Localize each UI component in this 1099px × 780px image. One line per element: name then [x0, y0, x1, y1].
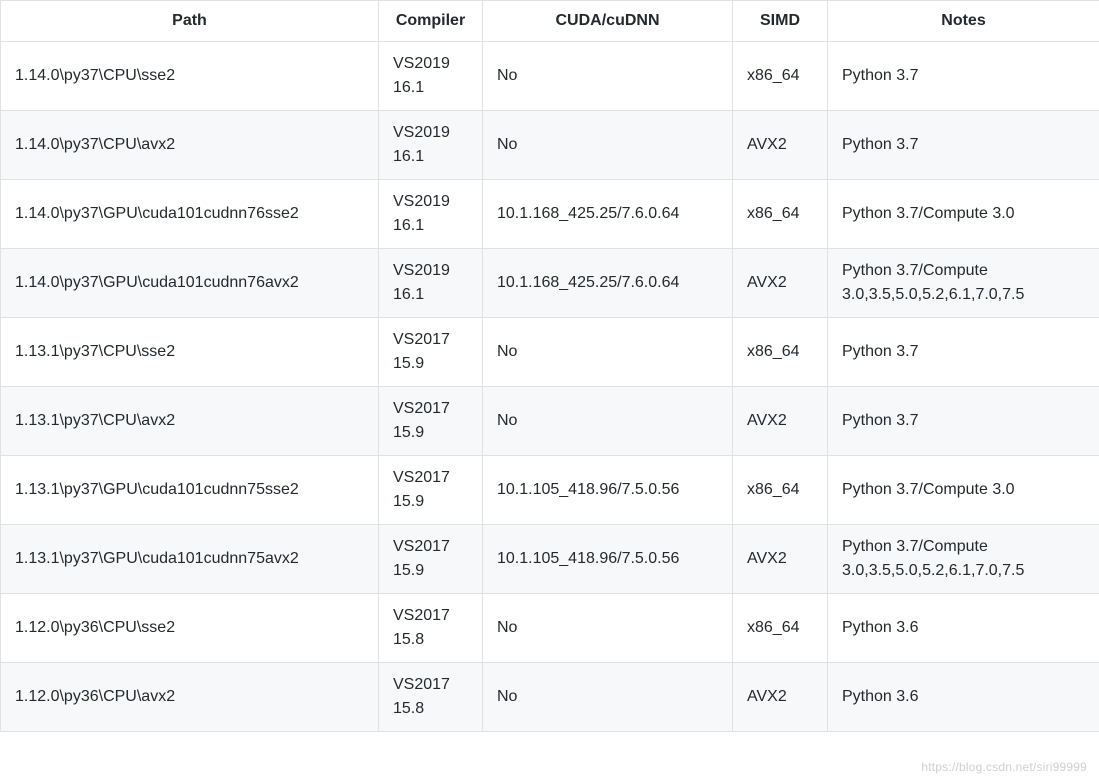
- cell-notes: Python 3.7: [828, 111, 1099, 180]
- table-row: 1.14.0\py37\CPU\sse2 VS2019 16.1 No x86_…: [1, 42, 1099, 111]
- cell-path: 1.14.0\py37\GPU\cuda101cudnn76sse2: [1, 180, 379, 249]
- cell-cuda: No: [483, 318, 733, 387]
- cell-notes: Python 3.7/Compute 3.0,3.5,5.0,5.2,6.1,7…: [828, 249, 1099, 318]
- table-row: 1.13.1\py37\GPU\cuda101cudnn75sse2 VS201…: [1, 456, 1099, 525]
- table-row: 1.13.1\py37\CPU\avx2 VS2017 15.9 No AVX2…: [1, 387, 1099, 456]
- cell-notes: Python 3.6: [828, 663, 1099, 732]
- cell-path: 1.14.0\py37\CPU\avx2: [1, 111, 379, 180]
- cell-cuda: No: [483, 594, 733, 663]
- cell-compiler: VS2017 15.9: [379, 456, 483, 525]
- table-row: 1.14.0\py37\GPU\cuda101cudnn76sse2 VS201…: [1, 180, 1099, 249]
- cell-simd: AVX2: [733, 111, 828, 180]
- cell-simd: x86_64: [733, 42, 828, 111]
- cell-path: 1.13.1\py37\CPU\sse2: [1, 318, 379, 387]
- cell-cuda: No: [483, 111, 733, 180]
- cell-cuda: No: [483, 42, 733, 111]
- cell-cuda: No: [483, 387, 733, 456]
- cell-compiler: VS2019 16.1: [379, 42, 483, 111]
- cell-path: 1.13.1\py37\CPU\avx2: [1, 387, 379, 456]
- cell-cuda: 10.1.168_425.25/7.6.0.64: [483, 180, 733, 249]
- table-row: 1.13.1\py37\GPU\cuda101cudnn75avx2 VS201…: [1, 525, 1099, 594]
- table-row: 1.14.0\py37\GPU\cuda101cudnn76avx2 VS201…: [1, 249, 1099, 318]
- cell-compiler: VS2019 16.1: [379, 180, 483, 249]
- cell-simd: AVX2: [733, 663, 828, 732]
- cell-cuda: 10.1.105_418.96/7.5.0.56: [483, 456, 733, 525]
- cell-compiler: VS2017 15.9: [379, 387, 483, 456]
- cell-simd: AVX2: [733, 249, 828, 318]
- cell-compiler: VS2019 16.1: [379, 249, 483, 318]
- cell-simd: AVX2: [733, 525, 828, 594]
- table-body: 1.14.0\py37\CPU\sse2 VS2019 16.1 No x86_…: [1, 42, 1099, 732]
- cell-notes: Python 3.7: [828, 42, 1099, 111]
- builds-table: Path Compiler CUDA/cuDNN SIMD Notes 1.14…: [0, 0, 1099, 732]
- col-header-simd: SIMD: [733, 1, 828, 42]
- cell-compiler: VS2017 15.8: [379, 663, 483, 732]
- cell-compiler: VS2017 15.9: [379, 525, 483, 594]
- cell-notes: Python 3.6: [828, 594, 1099, 663]
- cell-notes: Python 3.7/Compute 3.0,3.5,5.0,5.2,6.1,7…: [828, 525, 1099, 594]
- col-header-path: Path: [1, 1, 379, 42]
- table-row: 1.14.0\py37\CPU\avx2 VS2019 16.1 No AVX2…: [1, 111, 1099, 180]
- cell-path: 1.12.0\py36\CPU\avx2: [1, 663, 379, 732]
- col-header-notes: Notes: [828, 1, 1099, 42]
- watermark-text: https://blog.csdn.net/siri99999: [921, 760, 1087, 774]
- cell-cuda: 10.1.105_418.96/7.5.0.56: [483, 525, 733, 594]
- col-header-compiler: Compiler: [379, 1, 483, 42]
- cell-path: 1.12.0\py36\CPU\sse2: [1, 594, 379, 663]
- cell-simd: x86_64: [733, 594, 828, 663]
- cell-path: 1.13.1\py37\GPU\cuda101cudnn75avx2: [1, 525, 379, 594]
- cell-notes: Python 3.7: [828, 318, 1099, 387]
- cell-notes: Python 3.7: [828, 387, 1099, 456]
- cell-compiler: VS2017 15.9: [379, 318, 483, 387]
- cell-cuda: 10.1.168_425.25/7.6.0.64: [483, 249, 733, 318]
- cell-notes: Python 3.7/Compute 3.0: [828, 180, 1099, 249]
- table-row: 1.13.1\py37\CPU\sse2 VS2017 15.9 No x86_…: [1, 318, 1099, 387]
- cell-simd: x86_64: [733, 180, 828, 249]
- cell-path: 1.13.1\py37\GPU\cuda101cudnn75sse2: [1, 456, 379, 525]
- cell-path: 1.14.0\py37\CPU\sse2: [1, 42, 379, 111]
- cell-simd: x86_64: [733, 456, 828, 525]
- cell-simd: AVX2: [733, 387, 828, 456]
- table-row: 1.12.0\py36\CPU\sse2 VS2017 15.8 No x86_…: [1, 594, 1099, 663]
- col-header-cuda: CUDA/cuDNN: [483, 1, 733, 42]
- cell-simd: x86_64: [733, 318, 828, 387]
- cell-notes: Python 3.7/Compute 3.0: [828, 456, 1099, 525]
- cell-compiler: VS2019 16.1: [379, 111, 483, 180]
- cell-path: 1.14.0\py37\GPU\cuda101cudnn76avx2: [1, 249, 379, 318]
- cell-cuda: No: [483, 663, 733, 732]
- table-header: Path Compiler CUDA/cuDNN SIMD Notes: [1, 1, 1099, 42]
- cell-compiler: VS2017 15.8: [379, 594, 483, 663]
- table-row: 1.12.0\py36\CPU\avx2 VS2017 15.8 No AVX2…: [1, 663, 1099, 732]
